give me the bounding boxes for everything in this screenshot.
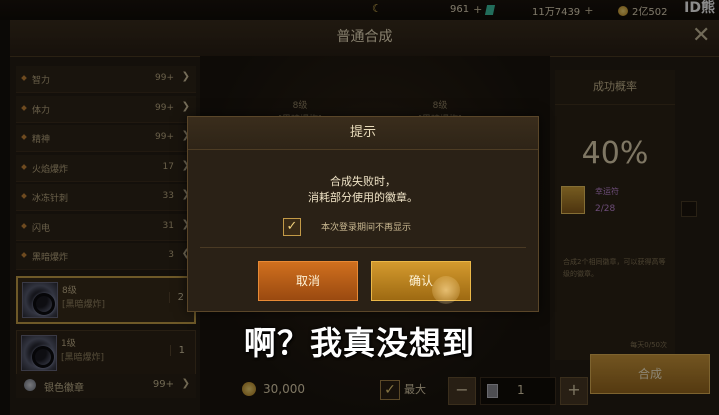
dialog-message-line1: 合成失败时， <box>330 175 396 188</box>
video-subtitle: 啊？我真没想到 <box>243 324 475 362</box>
dialog-message-line2: 消耗部分使用的徽章。 <box>308 191 418 204</box>
confirm-dialog: 提示 合成失败时， 消耗部分使用的徽章。 ✓ 本次登录期间不再显示 取消 确认 <box>187 116 539 312</box>
dont-show-again-checkbox[interactable]: ✓ <box>283 218 301 236</box>
divider <box>200 247 526 248</box>
dialog-title: 提示 <box>188 117 538 150</box>
cancel-button[interactable]: 取消 <box>258 261 358 301</box>
dont-show-again-label: 本次登录期间不再显示 <box>321 223 412 233</box>
glow-effect <box>432 276 460 304</box>
